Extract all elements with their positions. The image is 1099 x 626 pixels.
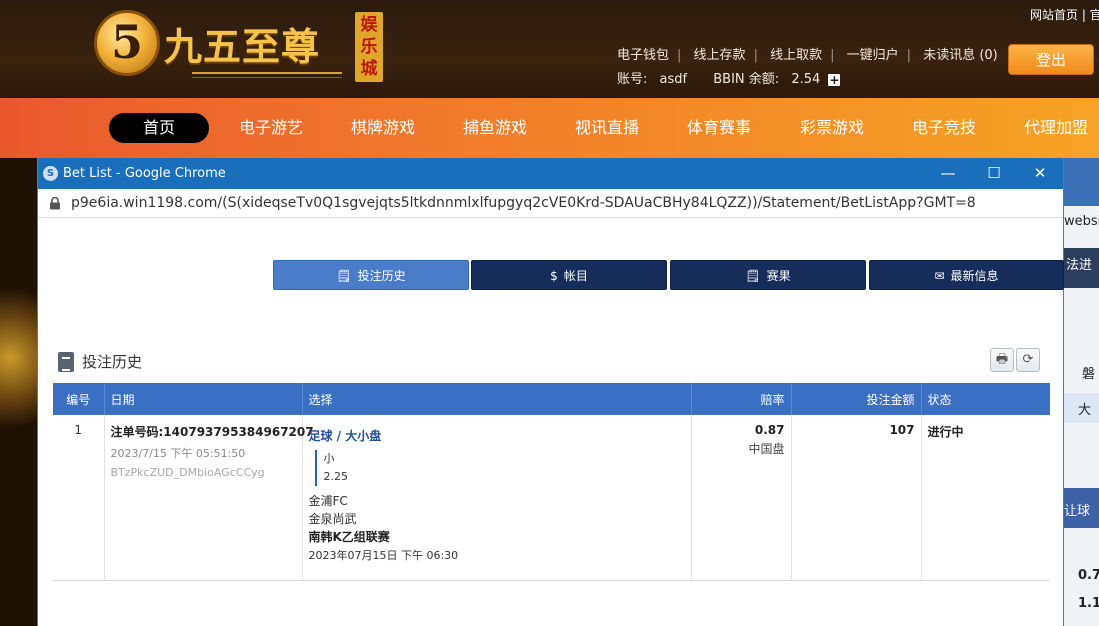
bg-text: 1.1 [1078, 596, 1099, 611]
nav-home[interactable]: 首页 [109, 113, 209, 143]
bet-history-icon: 🗒 [336, 269, 352, 283]
bg-text: 大 [1078, 403, 1092, 418]
background-decoration [0, 158, 37, 626]
nav-sports[interactable]: 体育赛事 [687, 113, 751, 143]
logout-button[interactable]: 登出 [1008, 44, 1094, 75]
ticket-number: 注单号码:140793795384967207 [110, 425, 314, 439]
nav-lottery[interactable]: 彩票游戏 [800, 113, 864, 143]
pick-detail: 小 2.25 [314, 450, 685, 486]
bg-text: 法进 [1066, 258, 1093, 273]
logo-text: 九五至尊 [164, 24, 321, 69]
league-name: 南韩K乙组联赛 [308, 530, 390, 544]
tab-label: 投注历史 [357, 269, 406, 283]
address-bar[interactable]: p9e6ia.win1198.com/(S(xideqseTv0Q1sgvejq… [38, 189, 1063, 218]
refresh-button[interactable]: ⟳ [1016, 348, 1040, 372]
url-text[interactable]: p9e6ia.win1198.com/(S(xideqseTv0Q1sgvejq… [71, 195, 976, 211]
home-team: 金浦FC [308, 494, 348, 508]
nav-slots[interactable]: 电子游艺 [239, 113, 303, 143]
maximize-button[interactable]: ☐ [971, 158, 1017, 189]
tab-latest-news[interactable]: ✉ 最新信息 [869, 260, 1064, 290]
site-logo[interactable]: 5 九五至尊 娱乐城 [92, 6, 392, 88]
away-team: 金泉尚武 [308, 512, 357, 526]
tab-label: 帐目 [563, 269, 588, 283]
tab-statement[interactable]: $ 帐目 [471, 260, 667, 290]
tab-label: 最新信息 [950, 269, 999, 283]
nav-board-games[interactable]: 棋牌游戏 [351, 113, 415, 143]
pick-value: 小 [323, 452, 335, 465]
bg-text: websi [1064, 214, 1099, 229]
status-badge: 进行中 [927, 425, 964, 439]
background-page-right: websi 法进 磐 大 让球 0.7 1.1 [1064, 158, 1099, 626]
market-type: 足球 / 大小盘 [308, 429, 382, 443]
account-label: 账号: [617, 72, 648, 87]
logo-emblem: 5 [94, 10, 160, 76]
top-links[interactable]: 网站首页 | 官 [1030, 6, 1099, 23]
logo-badge: 娱乐城 [355, 12, 383, 82]
print-button[interactable]: 🖶 [990, 348, 1014, 372]
table-header-row: 编号 日期 选择 赔率 投注金额 状态 [53, 383, 1050, 415]
envelope-icon: ✉ [934, 269, 945, 283]
results-icon: 🗒 [745, 269, 761, 283]
cell-selection: 足球 / 大小盘 小 2.25 金浦FC 金泉尚武 南韩K乙组联赛 2023年0… [302, 415, 692, 581]
table-row: 1 注单号码:140793795384967207 2023/7/15 下午 0… [53, 415, 1050, 581]
cell-date: 注单号码:140793795384967207 2023/7/15 下午 05:… [104, 415, 314, 581]
cell-status: 进行中 [921, 415, 1050, 581]
header-stake: 投注金额 [791, 383, 922, 415]
cell-stake: 107 [791, 415, 922, 581]
bg-text: 0.7 [1078, 568, 1099, 583]
deposit-link[interactable]: 线上存款 [694, 48, 746, 63]
main-nav: 首页 电子游艺 棋牌游戏 捕鱼游戏 视讯直播 体育赛事 彩票游戏 电子竞技 代理… [0, 98, 1099, 158]
section-title: 投注历史 [82, 353, 143, 371]
odds-value: 0.87 [754, 423, 785, 437]
one-click-return-link[interactable]: 一键归户 [847, 48, 899, 63]
cell-odds: 0.87 中国盘 [691, 415, 792, 581]
header-selection: 选择 [302, 383, 692, 415]
page-content: 🗒 投注历史 $ 帐目 🗒 赛果 ✉ 最新信息 投注历史 🖶 ⟳ 编号 日期 选… [38, 218, 1064, 626]
bg-text: 让球 [1064, 504, 1091, 519]
bg-strip [1064, 158, 1099, 206]
stake-amount: 107 [889, 423, 915, 437]
bet-list-window: S Bet List - Google Chrome — ☐ ✕ p9e6ia.… [37, 158, 1064, 626]
balance-label: BBIN 余额: [713, 72, 780, 87]
tab-results[interactable]: 🗒 赛果 [670, 260, 866, 290]
app-icon: S [43, 166, 58, 181]
money-icon: $ [550, 269, 558, 283]
plus-icon[interactable]: + [828, 74, 841, 86]
minimize-button[interactable]: — [925, 158, 971, 189]
close-button[interactable]: ✕ [1017, 158, 1063, 189]
site-header: 5 九五至尊 娱乐城 网站首页 | 官 电子钱包 | 线上存款 | 线上取款 | 一键… [0, 0, 1099, 98]
nav-fishing[interactable]: 捕鱼游戏 [463, 113, 527, 143]
balance-value: 2.54 [791, 72, 821, 87]
lock-icon [50, 197, 60, 210]
bg-text: 磐 [1082, 367, 1096, 382]
header-odds: 赔率 [691, 383, 792, 415]
account-value: asdf [659, 72, 688, 87]
unread-messages-link[interactable]: 未读讯息 (0) [923, 48, 998, 63]
tab-bet-history[interactable]: 🗒 投注历史 [273, 260, 469, 290]
nav-live-casino[interactable]: 视讯直播 [575, 113, 639, 143]
tab-label: 赛果 [766, 269, 791, 283]
cell-no: 1 [53, 415, 105, 581]
bet-history-table: 编号 日期 选择 赔率 投注金额 状态 1 注单号码:1407937953849… [53, 383, 1050, 581]
bet-reference: BTzPkcZUD_DMbioAGcCCyg [110, 466, 265, 479]
header-date: 日期 [104, 383, 303, 415]
nav-esports[interactable]: 电子竞技 [912, 113, 976, 143]
window-titlebar[interactable]: S Bet List - Google Chrome — ☐ ✕ [38, 158, 1063, 189]
window-title: Bet List - Google Chrome [63, 166, 226, 181]
pick-line: 2.25 [323, 470, 349, 483]
section-header: 投注历史 [58, 351, 142, 373]
account-bar: 账号: asdf BBIN 余额: 2.54 + [617, 68, 841, 87]
event-date: 2023年07月15日 下午 06:30 [308, 549, 459, 562]
header-no: 编号 [53, 383, 105, 415]
bet-datetime: 2023/7/15 下午 05:51:50 [110, 447, 246, 460]
document-icon [58, 351, 74, 372]
nav-agent[interactable]: 代理加盟 [1024, 113, 1088, 143]
e-wallet-link[interactable]: 电子钱包 [617, 48, 669, 63]
odds-type: 中国盘 [748, 442, 785, 456]
withdraw-link[interactable]: 线上取款 [770, 48, 822, 63]
user-links: 电子钱包 | 线上存款 | 线上取款 | 一键归户 | 未读讯息 (0) [617, 48, 998, 63]
header-status: 状态 [921, 383, 1050, 415]
logo-ornament [192, 72, 342, 78]
